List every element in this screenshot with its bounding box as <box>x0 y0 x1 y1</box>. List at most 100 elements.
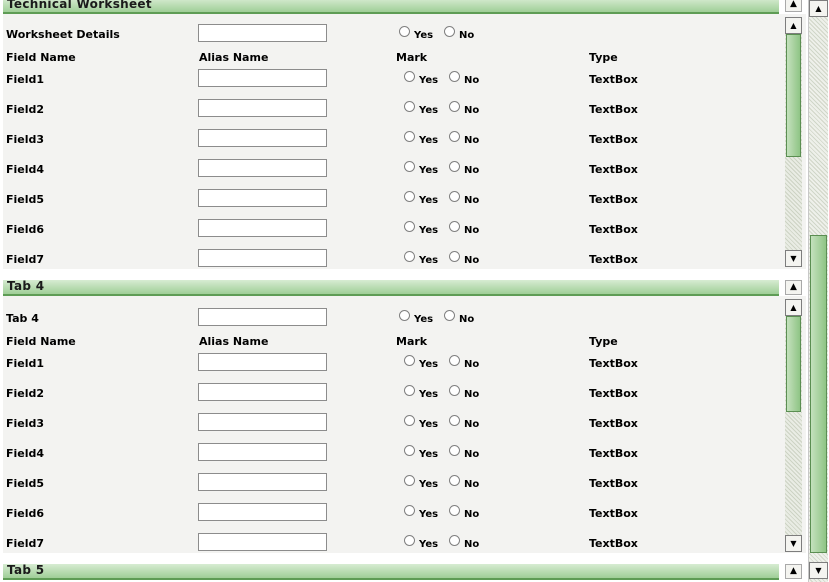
field-row: Field6 Yes No TextBox <box>3 503 783 525</box>
page-scrollbar[interactable]: ▲︎ ▼︎ <box>808 0 828 582</box>
field-type: TextBox <box>589 73 638 86</box>
top-yes-radio[interactable] <box>399 310 410 321</box>
section-scrollbar[interactable]: ▲︎ ▼︎ <box>785 299 802 552</box>
field-row: Field1 Yes No TextBox <box>3 353 783 375</box>
top-text-input[interactable] <box>198 308 327 326</box>
alias-input[interactable] <box>198 189 327 207</box>
mark-no-radio[interactable] <box>449 101 460 112</box>
yes-label: Yes <box>419 105 439 116</box>
header-alias-name: Alias Name <box>199 335 269 348</box>
yes-label: Yes <box>419 479 439 490</box>
no-label: No <box>464 359 480 370</box>
mark-yes-radio[interactable] <box>404 251 415 262</box>
mark-no-radio[interactable] <box>449 385 460 396</box>
scroll-thumb[interactable] <box>786 316 801 412</box>
alias-input[interactable] <box>198 443 327 461</box>
field-type: TextBox <box>589 357 638 370</box>
mark-yes-radio[interactable] <box>404 131 415 142</box>
mark-no-radio[interactable] <box>449 221 460 232</box>
mark-yes-radio[interactable] <box>404 505 415 516</box>
page-scroll-up-icon[interactable]: ▲︎ <box>809 0 828 17</box>
alias-input[interactable] <box>198 353 327 371</box>
mark-yes-radio[interactable] <box>404 535 415 546</box>
field-row: Field3 Yes No TextBox <box>3 413 783 435</box>
section-header[interactable]: Tab 4 <box>3 279 779 296</box>
section-header[interactable]: Technical Worksheet <box>3 0 779 14</box>
mark-no-radio[interactable] <box>449 355 460 366</box>
scroll-down-icon[interactable]: ▼︎ <box>785 250 802 267</box>
scroll-up-icon[interactable]: ▲︎ <box>785 299 802 316</box>
field-name: Field1 <box>6 357 45 370</box>
section-body: Tab 4 Yes No Field Name Alias Name Mark … <box>3 296 806 553</box>
field-row: Field3 Yes No TextBox <box>3 129 783 151</box>
field-name: Field7 <box>6 253 45 266</box>
top-no-radio[interactable] <box>444 26 455 37</box>
top-text-input[interactable] <box>198 24 327 42</box>
top-label: Worksheet Details <box>6 28 120 41</box>
alias-input[interactable] <box>198 503 327 521</box>
field-name: Field6 <box>6 507 45 520</box>
mark-no-radio[interactable] <box>449 505 460 516</box>
page-scroll-down-icon[interactable]: ▼︎ <box>809 562 828 579</box>
field-row: Field2 Yes No TextBox <box>3 383 783 405</box>
scroll-up-icon[interactable]: ▲︎ <box>785 17 802 34</box>
field-row: Field2 Yes No TextBox <box>3 99 783 121</box>
field-type: TextBox <box>589 387 638 400</box>
alias-input[interactable] <box>198 219 327 237</box>
mark-yes-radio[interactable] <box>404 355 415 366</box>
collapse-icon[interactable]: ▲︎ <box>785 564 802 579</box>
alias-input[interactable] <box>198 473 327 491</box>
alias-input[interactable] <box>198 69 327 87</box>
collapse-icon[interactable]: ▲︎ <box>785 0 802 12</box>
section-header[interactable]: Tab 5 <box>3 563 779 580</box>
no-label: No <box>464 195 480 206</box>
field-row: Field5 Yes No TextBox <box>3 473 783 495</box>
header-type: Type <box>589 335 618 348</box>
collapse-icon[interactable]: ▲︎ <box>785 280 802 295</box>
mark-no-radio[interactable] <box>449 251 460 262</box>
section-body: Worksheet Details Yes No Field Name Alia… <box>3 14 806 269</box>
mark-no-radio[interactable] <box>449 475 460 486</box>
mark-no-radio[interactable] <box>449 445 460 456</box>
alias-input[interactable] <box>198 99 327 117</box>
header-field-name: Field Name <box>6 51 76 64</box>
mark-yes-radio[interactable] <box>404 161 415 172</box>
mark-no-radio[interactable] <box>449 71 460 82</box>
field-name: Field7 <box>6 537 45 550</box>
top-yes-radio[interactable] <box>399 26 410 37</box>
mark-yes-radio[interactable] <box>404 415 415 426</box>
alias-input[interactable] <box>198 533 327 551</box>
no-label: No <box>464 105 480 116</box>
page-scroll-thumb[interactable] <box>810 235 827 553</box>
mark-no-radio[interactable] <box>449 161 460 172</box>
mark-yes-radio[interactable] <box>404 191 415 202</box>
mark-yes-radio[interactable] <box>404 445 415 456</box>
column-headers: Field Name Alias Name Mark Type <box>3 51 783 65</box>
alias-input[interactable] <box>198 129 327 147</box>
no-label: No <box>464 135 480 146</box>
alias-input[interactable] <box>198 249 327 267</box>
mark-no-radio[interactable] <box>449 535 460 546</box>
section-title: Tab 5 <box>7 563 45 577</box>
section-scrollbar[interactable]: ▲︎ ▼︎ <box>785 17 802 267</box>
yes-label: Yes <box>419 135 439 146</box>
alias-input[interactable] <box>198 159 327 177</box>
mark-no-radio[interactable] <box>449 131 460 142</box>
mark-yes-radio[interactable] <box>404 385 415 396</box>
field-type: TextBox <box>589 507 638 520</box>
alias-input[interactable] <box>198 383 327 401</box>
yes-label: Yes <box>419 225 439 236</box>
alias-input[interactable] <box>198 413 327 431</box>
mark-no-radio[interactable] <box>449 191 460 202</box>
top-no-radio[interactable] <box>444 310 455 321</box>
mark-yes-radio[interactable] <box>404 475 415 486</box>
mark-no-radio[interactable] <box>449 415 460 426</box>
field-row: Field5 Yes No TextBox <box>3 189 783 211</box>
scroll-down-icon[interactable]: ▼︎ <box>785 535 802 552</box>
field-row: Field4 Yes No TextBox <box>3 159 783 181</box>
mark-yes-radio[interactable] <box>404 221 415 232</box>
field-name: Field3 <box>6 417 45 430</box>
mark-yes-radio[interactable] <box>404 101 415 112</box>
scroll-thumb[interactable] <box>786 34 801 157</box>
mark-yes-radio[interactable] <box>404 71 415 82</box>
